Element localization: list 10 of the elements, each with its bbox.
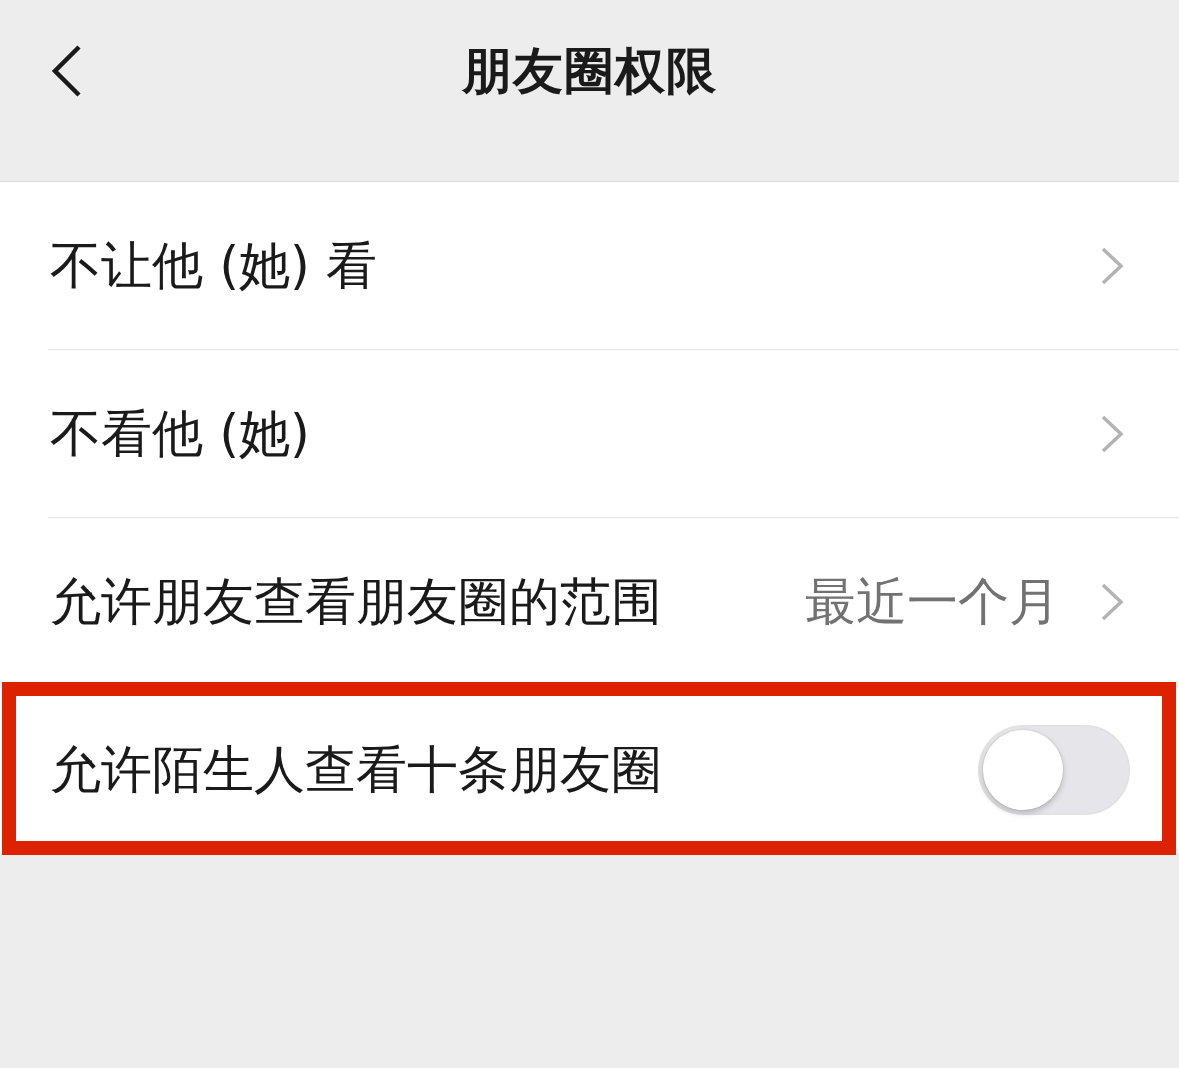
setting-label: 允许陌生人查看十条朋友圈: [50, 738, 662, 801]
page-title: 朋友圈权限: [462, 44, 717, 99]
chevron-right-icon: [1100, 582, 1124, 621]
chevron-right-icon: [1100, 414, 1124, 453]
menu-item-label[interactable]: 不让他 (她) 看: [50, 234, 378, 297]
menu-item-label[interactable]: 不看他 (她): [50, 402, 310, 465]
menu-item-label[interactable]: 允许朋友查看朋友圈的范围: [50, 570, 662, 633]
menu-item-value: 最近一个月: [805, 570, 1060, 633]
chevron-right-icon: [1100, 246, 1124, 285]
chevron-left-icon: [50, 44, 82, 98]
